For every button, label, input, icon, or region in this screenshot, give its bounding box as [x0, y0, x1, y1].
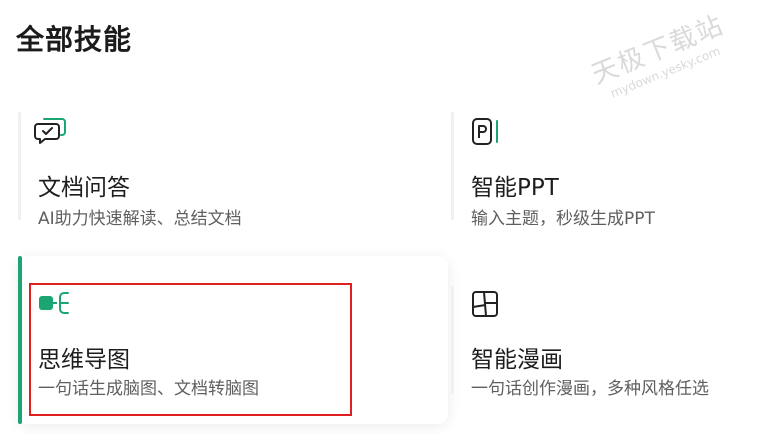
page-title: 全部技能 [16, 23, 133, 56]
skill-card-smart-comic[interactable]: 智能漫画 一句话创作漫画，多种风格任选 [451, 286, 771, 404]
card-accent-bar [18, 112, 21, 220]
skill-name: 思维导图 [38, 347, 130, 373]
skill-card-smart-ppt[interactable]: 智能PPT 输入主题，秒级生成PPT [451, 112, 771, 230]
skill-name: 智能PPT [471, 175, 559, 201]
skill-desc: 一句话创作漫画，多种风格任选 [471, 379, 709, 399]
skill-card-doc-qa[interactable]: 文档问答 AI助力快速解读、总结文档 [18, 112, 438, 230]
skill-name: 智能漫画 [471, 347, 563, 373]
skill-name: 文档问答 [38, 175, 130, 201]
comic-icon [471, 290, 501, 324]
mind-map-icon [38, 290, 72, 320]
skill-desc: 输入主题，秒级生成PPT [471, 209, 655, 229]
card-accent-bar [451, 112, 454, 220]
ppt-icon [471, 116, 503, 152]
skill-desc: 一句话生成脑图、文档转脑图 [38, 379, 259, 399]
skill-card-mind-map[interactable]: 思维导图 一句话生成脑图、文档转脑图 [18, 256, 448, 424]
card-accent-bar [451, 286, 454, 394]
card-selected-bar [18, 256, 22, 424]
skill-desc: AI助力快速解读、总结文档 [38, 209, 242, 229]
chat-doc-icon [34, 116, 68, 150]
